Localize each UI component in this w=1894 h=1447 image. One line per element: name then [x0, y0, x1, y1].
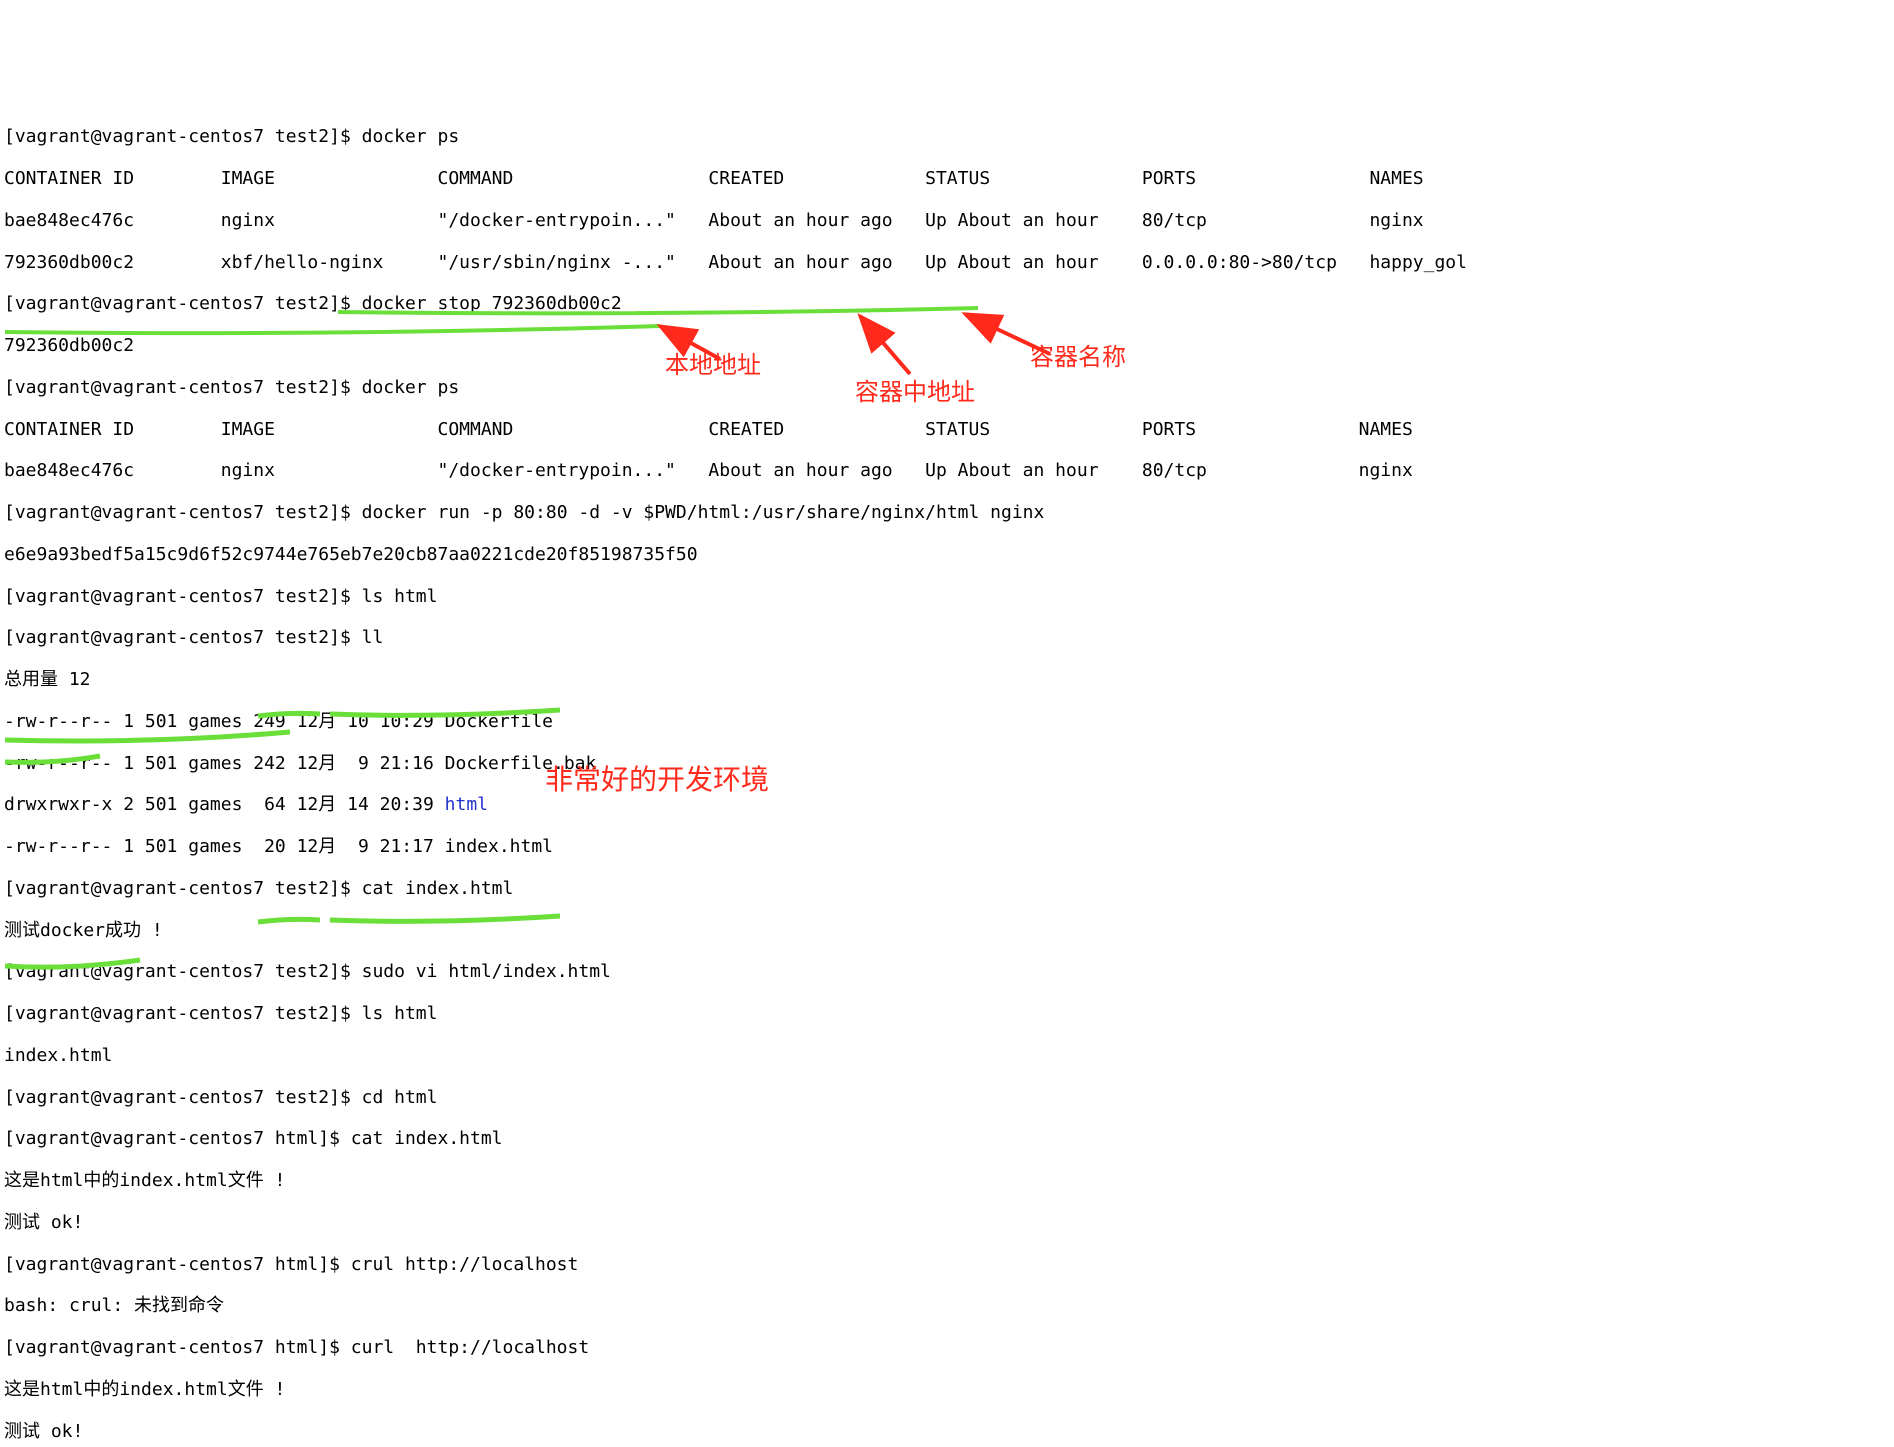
ll-row: drwxrwxr-x 2 501 games 64 12月 14 20:39: [4, 794, 445, 815]
output: 总用量 12: [4, 670, 1890, 691]
command: curl http://localhost: [351, 1337, 589, 1358]
prompt: [vagrant@vagrant-centos7 test2]$: [4, 586, 362, 607]
ps-row: bae848ec476c nginx "/docker-entrypoin...…: [4, 461, 1890, 482]
command: cat index.html: [351, 1128, 503, 1149]
output: 测试docker成功 !: [4, 921, 1890, 942]
output: bash: crul: 未找到命令: [4, 1296, 1890, 1317]
ll-row: -rw-r--r-- 1 501 games 20 12月 9 21:17 in…: [4, 837, 1890, 858]
ps-row: bae848ec476c nginx "/docker-entrypoin...…: [4, 211, 1890, 232]
prompt: [vagrant@vagrant-centos7 html]$: [4, 1254, 351, 1275]
command: cat index.html: [362, 878, 514, 899]
output: 792360db00c2: [4, 336, 1890, 357]
output: 测试 ok!: [4, 1422, 1890, 1443]
command: cd html: [362, 1087, 438, 1108]
ps-row: 792360db00c2 xbf/hello-nginx "/usr/sbin/…: [4, 253, 1890, 274]
prompt: [vagrant@vagrant-centos7 test2]$: [4, 1003, 362, 1024]
prompt: [vagrant@vagrant-centos7 test2]$: [4, 961, 362, 982]
ll-row: -rw-r--r-- 1 501 games 249 12月 10 10:29 …: [4, 712, 1890, 733]
prompt: [vagrant@vagrant-centos7 test2]$: [4, 377, 362, 398]
prompt: [vagrant@vagrant-centos7 test2]$: [4, 293, 362, 314]
command: ls html: [362, 586, 438, 607]
command: docker ps: [362, 126, 460, 147]
command: docker stop 792360db00c2: [362, 293, 622, 314]
command: ll: [362, 627, 384, 648]
command: docker run -p 80:80 -d -v $PWD/html:/usr…: [362, 502, 1045, 523]
output: 测试 ok!: [4, 1213, 1890, 1234]
output: e6e9a93bedf5a15c9d6f52c9744e765eb7e20cb8…: [4, 545, 1890, 566]
prompt: [vagrant@vagrant-centos7 test2]$: [4, 627, 362, 648]
ps-header: CONTAINER ID IMAGE COMMAND CREATED STATU…: [4, 169, 1890, 190]
ll-row: -rw-r--r-- 1 501 games 242 12月 9 21:16 D…: [4, 754, 1890, 775]
prompt: [vagrant@vagrant-centos7 html]$: [4, 1128, 351, 1149]
prompt: [vagrant@vagrant-centos7 test2]$: [4, 1087, 362, 1108]
prompt: [vagrant@vagrant-centos7 test2]$: [4, 878, 362, 899]
prompt: [vagrant@vagrant-centos7 html]$: [4, 1337, 351, 1358]
prompt: [vagrant@vagrant-centos7 test2]$: [4, 126, 362, 147]
ps-header: CONTAINER ID IMAGE COMMAND CREATED STATU…: [4, 420, 1890, 441]
output: 这是html中的index.html文件 !: [4, 1171, 1890, 1192]
annotation-local-addr: 本地地址: [665, 352, 761, 380]
command: sudo vi html/index.html: [362, 961, 611, 982]
command: docker ps: [362, 377, 460, 398]
output: 这是html中的index.html文件 !: [4, 1380, 1890, 1401]
command: crul http://localhost: [351, 1254, 579, 1275]
terminal[interactable]: [vagrant@vagrant-centos7 test2]$ docker …: [0, 104, 1894, 1342]
command: ls html: [362, 1003, 438, 1024]
prompt: [vagrant@vagrant-centos7 test2]$: [4, 502, 362, 523]
dir-name: html: [445, 794, 488, 815]
output: index.html: [4, 1046, 1890, 1067]
